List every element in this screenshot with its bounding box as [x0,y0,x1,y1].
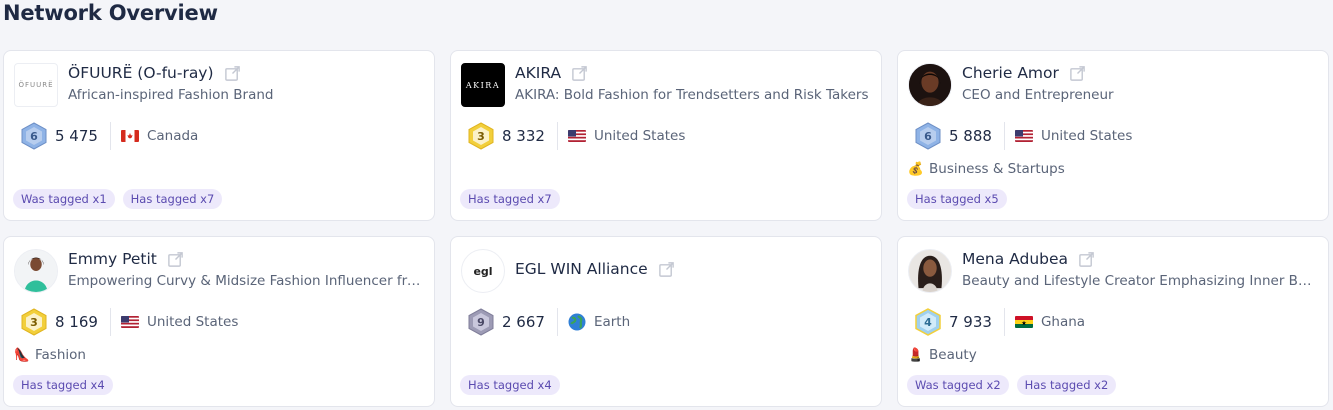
level-number: 3 [30,315,38,329]
tag-badge[interactable]: Has tagged x2 [1016,375,1117,395]
us-flag-icon [1014,130,1033,142]
follower-count: 8 332 [502,127,545,145]
level-badge: 4 [915,308,941,336]
category: 💰 Business & Startups [907,161,1065,177]
level-badge: 3 [21,308,47,336]
avatar-logo-text: ÖFUURË [18,81,54,89]
category-label: Beauty [929,347,977,363]
tag-badge[interactable]: Has tagged x4 [460,375,560,395]
us-flag-icon [120,316,139,328]
profile-name[interactable]: AKIRA [515,64,561,82]
profile-card-mena-adubea[interactable]: Mena Adubea Beauty and Lifestyle Creator… [897,236,1329,407]
profile-card-cherie-amor[interactable]: Cherie Amor CEO and Entrepreneur 6 5 888… [897,50,1329,221]
globe-icon [568,313,586,331]
canada-flag-icon [120,130,139,142]
divider [109,122,111,150]
country-label: Earth [593,314,631,330]
country-label: Canada [146,128,199,144]
avatar[interactable]: egl [461,249,505,293]
divider [556,122,558,150]
category-label: Business & Startups [929,161,1065,177]
profile-card-akira[interactable]: AKIRA AKIRA AKIRA: Bold Fashion for Tren… [450,50,882,221]
level-badge: 3 [468,122,494,150]
follower-count: 8 169 [55,313,98,331]
follower-count: 5 888 [949,127,992,145]
tag-badge[interactable]: Has tagged x7 [122,189,223,209]
external-link-icon[interactable] [1069,65,1086,82]
tag-badge[interactable]: Was tagged x2 [907,375,1009,395]
level-number: 9 [477,315,485,329]
level-number: 6 [30,129,38,143]
category: 👠 Fashion [13,347,86,363]
us-flag-icon [567,130,586,142]
tag-badge[interactable]: Has tagged x4 [13,375,113,395]
level-badge: 6 [915,122,941,150]
avatar[interactable] [908,249,952,293]
level-badge: 6 [21,122,47,150]
avatar[interactable]: AKIRA [461,63,505,107]
tag-badge[interactable]: Has tagged x5 [907,189,1007,209]
follower-count: 2 667 [502,313,545,331]
avatar[interactable] [14,249,58,293]
network-grid: ÖFUURË ÖFUURË (O-fu-ray) African-inspire… [3,50,1329,407]
country-label: United States [146,314,239,330]
category-label: Fashion [35,347,86,363]
profile-description: Empowering Curvy & Midsize Fashion Influ… [68,273,422,289]
page-title: Network Overview [3,1,218,25]
avatar-logo-text: AKIRA [465,80,501,90]
profile-name[interactable]: ÖFUURË (O-fu-ray) [68,64,214,82]
profile-description: African-inspired Fashion Brand [68,87,274,103]
category: 💄 Beauty [907,347,977,363]
profile-name[interactable]: Emmy Petit [68,250,157,268]
divider [556,308,558,336]
external-link-icon[interactable] [1078,251,1095,268]
person-photo-icon [909,250,951,292]
level-number: 4 [924,315,932,329]
profile-name[interactable]: EGL WIN Alliance [515,260,648,278]
external-link-icon[interactable] [167,251,184,268]
money-bag-icon: 💰 [907,161,925,177]
profile-card-egl-win-alliance[interactable]: egl EGL WIN Alliance 9 2 667 Earth Has t… [450,236,882,407]
level-number: 6 [924,129,932,143]
profile-name[interactable]: Mena Adubea [962,250,1068,268]
external-link-icon[interactable] [658,261,675,278]
profile-card-emmy-petit[interactable]: Emmy Petit Empowering Curvy & Midsize Fa… [3,236,435,407]
avatar-logo-text: egl [473,264,493,278]
avatar[interactable] [908,63,952,107]
high-heel-icon: 👠 [13,347,31,363]
avatar[interactable]: ÖFUURË [14,63,58,107]
country-label: United States [593,128,686,144]
follower-count: 5 475 [55,127,98,145]
profile-description: Beauty and Lifestyle Creator Emphasizing… [962,273,1316,289]
profile-name[interactable]: Cherie Amor [962,64,1059,82]
level-number: 3 [477,129,485,143]
divider [1003,122,1005,150]
profile-description: AKIRA: Bold Fashion for Trendsetters and… [515,87,869,103]
divider [109,308,111,336]
profile-card-ofuure[interactable]: ÖFUURË ÖFUURË (O-fu-ray) African-inspire… [3,50,435,221]
country-label: Ghana [1040,314,1086,330]
tag-badge[interactable]: Was tagged x1 [13,189,115,209]
country-label: United States [1040,128,1133,144]
ghana-flag-icon [1014,316,1033,328]
lipstick-icon: 💄 [907,347,925,363]
follower-count: 7 933 [949,313,992,331]
person-photo-icon [909,64,951,106]
external-link-icon[interactable] [224,65,241,82]
profile-description: CEO and Entrepreneur [962,87,1114,103]
external-link-icon[interactable] [571,65,588,82]
tag-badge[interactable]: Has tagged x7 [460,189,560,209]
person-photo-icon [15,250,57,292]
level-badge: 9 [468,308,494,336]
divider [1003,308,1005,336]
